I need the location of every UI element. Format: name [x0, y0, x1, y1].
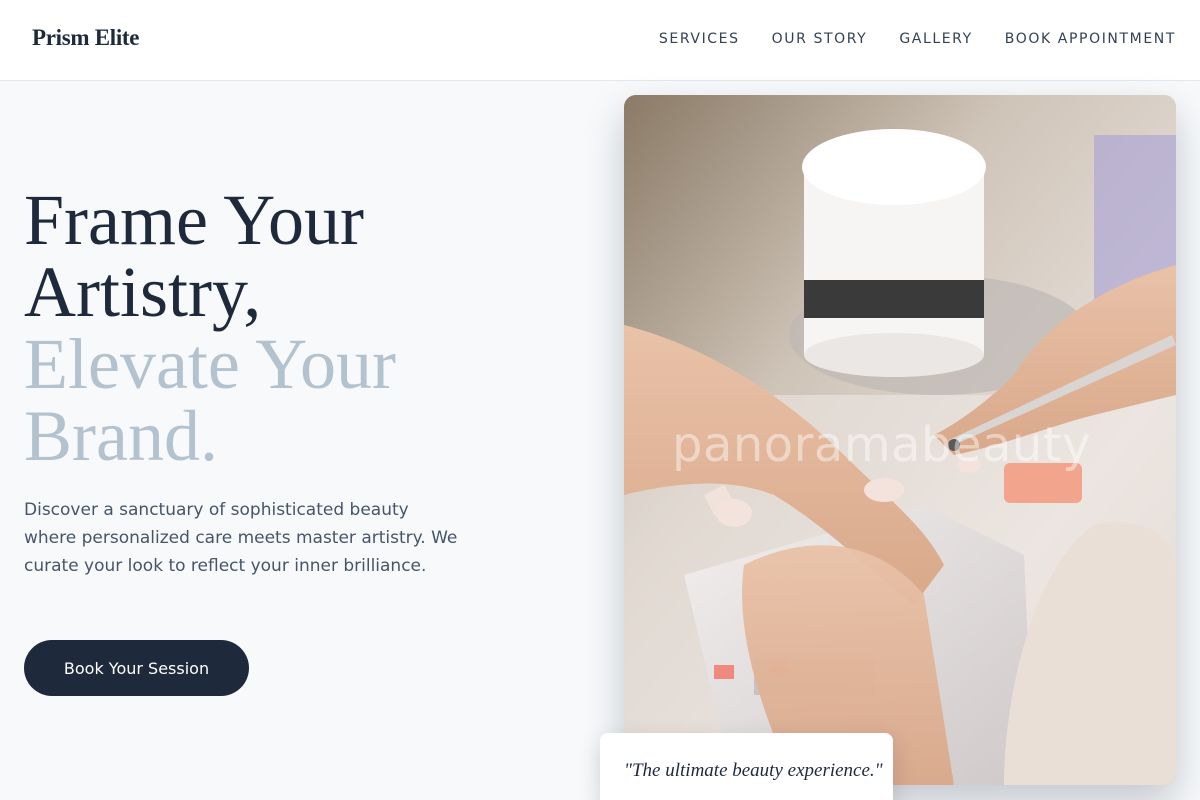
book-session-button[interactable]: Book Your Session	[24, 640, 249, 696]
nav-link-gallery[interactable]: GALLERY	[899, 31, 972, 47]
hero-description: Discover a sanctuary of sophisticated be…	[24, 500, 458, 576]
hero-title-line-4: Brand.	[24, 396, 218, 476]
site-header: Prism Elite SERVICES OUR STORY GALLERY B…	[0, 0, 1200, 81]
quote-text: "The ultimate beauty experience."	[624, 760, 883, 781]
quote-card: "The ultimate beauty experience."	[600, 733, 893, 800]
brand-logo[interactable]: Prism Elite	[32, 25, 140, 51]
hero-title-line-2: Artistry,	[24, 252, 262, 332]
hero-title-line-1: Frame Your	[24, 180, 365, 260]
hero-title: Frame Your Artistry, Elevate Your Brand.	[24, 184, 584, 472]
nav-link-book-appointment[interactable]: BOOK APPOINTMENT	[1005, 31, 1176, 47]
hero-photo: panoramabeauty	[624, 95, 1176, 785]
main-nav: SERVICES OUR STORY GALLERY BOOK APPOINTM…	[659, 31, 1176, 47]
image-watermark: panoramabeauty	[672, 417, 1092, 473]
nav-link-services[interactable]: SERVICES	[659, 31, 740, 47]
hero-title-line-3: Elevate Your	[24, 324, 396, 404]
nav-link-our-story[interactable]: OUR STORY	[772, 31, 868, 47]
